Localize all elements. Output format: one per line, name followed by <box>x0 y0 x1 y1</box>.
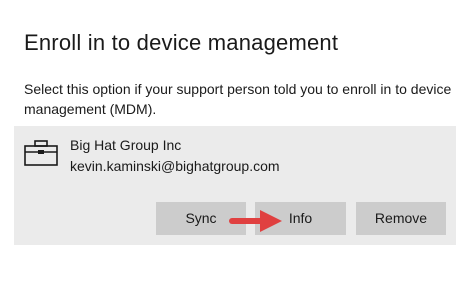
settings-page: Enroll in to device management Select th… <box>0 0 466 285</box>
account-email: kevin.kaminski@bighatgroup.com <box>70 158 280 174</box>
section-description: Select this option if your support perso… <box>24 81 452 117</box>
sync-button[interactable]: Sync <box>156 202 246 235</box>
remove-button[interactable]: Remove <box>356 202 446 235</box>
work-account-card[interactable]: Big Hat Group Inc kevin.kaminski@bighatg… <box>14 126 456 245</box>
briefcase-icon <box>24 140 58 166</box>
organization-name: Big Hat Group Inc <box>70 137 182 153</box>
info-button[interactable]: Info <box>255 202 346 235</box>
page-title: Enroll in to device management <box>24 30 339 55</box>
